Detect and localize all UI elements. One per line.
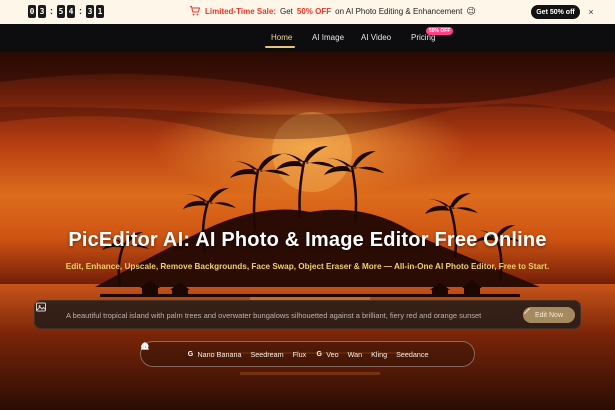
google-icon: G [316,350,322,358]
model-label: Veo [326,349,339,359]
close-icon[interactable]: × [585,5,597,19]
model-selector: G Nano Banana Seedream Flux G Veo Wan Kl… [140,341,475,367]
model-label: Flux [292,349,307,359]
timer-digit: 3 [38,5,46,18]
model-kling[interactable]: Kling [141,342,388,359]
pricing-discount-badge: 50% OFF [426,27,454,35]
timer-separator: : [50,6,53,16]
image-upload-icon[interactable] [35,301,47,313]
model-label: Seedream [250,349,284,359]
hero-section: PicEditor AI: AI Photo & Image Editor Fr… [0,52,615,410]
sale-label: Limited-Time Sale: [205,6,276,16]
nav-active-indicator [265,46,295,48]
wink-emoji-icon: 😉 [466,5,476,16]
model-wan[interactable]: Wan [141,342,363,359]
nav-item-home[interactable]: Home [271,33,292,42]
prompt-bar: A beautiful tropical island with palm tr… [34,300,581,329]
promo-text-before: Get [279,6,293,16]
google-icon: G [187,350,194,358]
timer-separator: : [79,6,82,16]
model-label: Nano Banana [197,349,242,359]
timer-digit: 4 [67,5,75,18]
promo-text-after: on AI Photo Editing & Enhancement [335,6,463,16]
model-veo[interactable]: G Veo [315,350,338,359]
promo-percent: 50% OFF [296,6,332,16]
nav-item-ai-video[interactable]: AI Video [361,33,391,42]
model-nano-banana[interactable]: G Nano Banana [186,349,242,359]
model-flux[interactable]: Flux [141,342,307,359]
timer-digit: 0 [28,5,36,18]
promo-banner: 0 3 : 5 4 : 3 1 Limited-Time Sale: Get 5… [0,0,615,24]
page-title: PicEditor AI: AI Photo & Image Editor Fr… [68,229,547,251]
model-seedance[interactable]: Seedance [141,343,429,359]
promo-message: Limited-Time Sale: Get 50% OFF on AI Pho… [189,5,476,17]
nav-item-ai-image[interactable]: AI Image [312,33,344,42]
magic-wand-icon [523,307,531,315]
prompt-input[interactable]: A beautiful tropical island with palm tr… [66,311,519,320]
timer-digit: 5 [57,5,65,18]
seedance-icon [141,343,148,350]
model-label: Seedance [396,349,429,359]
timer-digit: 3 [86,5,94,18]
model-label: Wan [347,349,363,359]
get-discount-button[interactable]: Get 50% off [531,5,580,19]
edit-now-button[interactable]: Edit Now [523,307,575,323]
top-nav: Home AI Image AI Video Pricing 50% OFF [0,24,615,52]
model-label: Kling [371,349,388,359]
cart-icon [190,6,200,16]
timer-digit: 1 [96,5,104,18]
model-seedream[interactable]: Seedream [141,343,284,359]
countdown-timer: 0 3 : 5 4 : 3 1 [28,5,104,18]
edit-now-label: Edit Now [534,311,563,319]
page-subtitle: Edit, Enhance, Upscale, Remove Backgroun… [65,262,550,271]
